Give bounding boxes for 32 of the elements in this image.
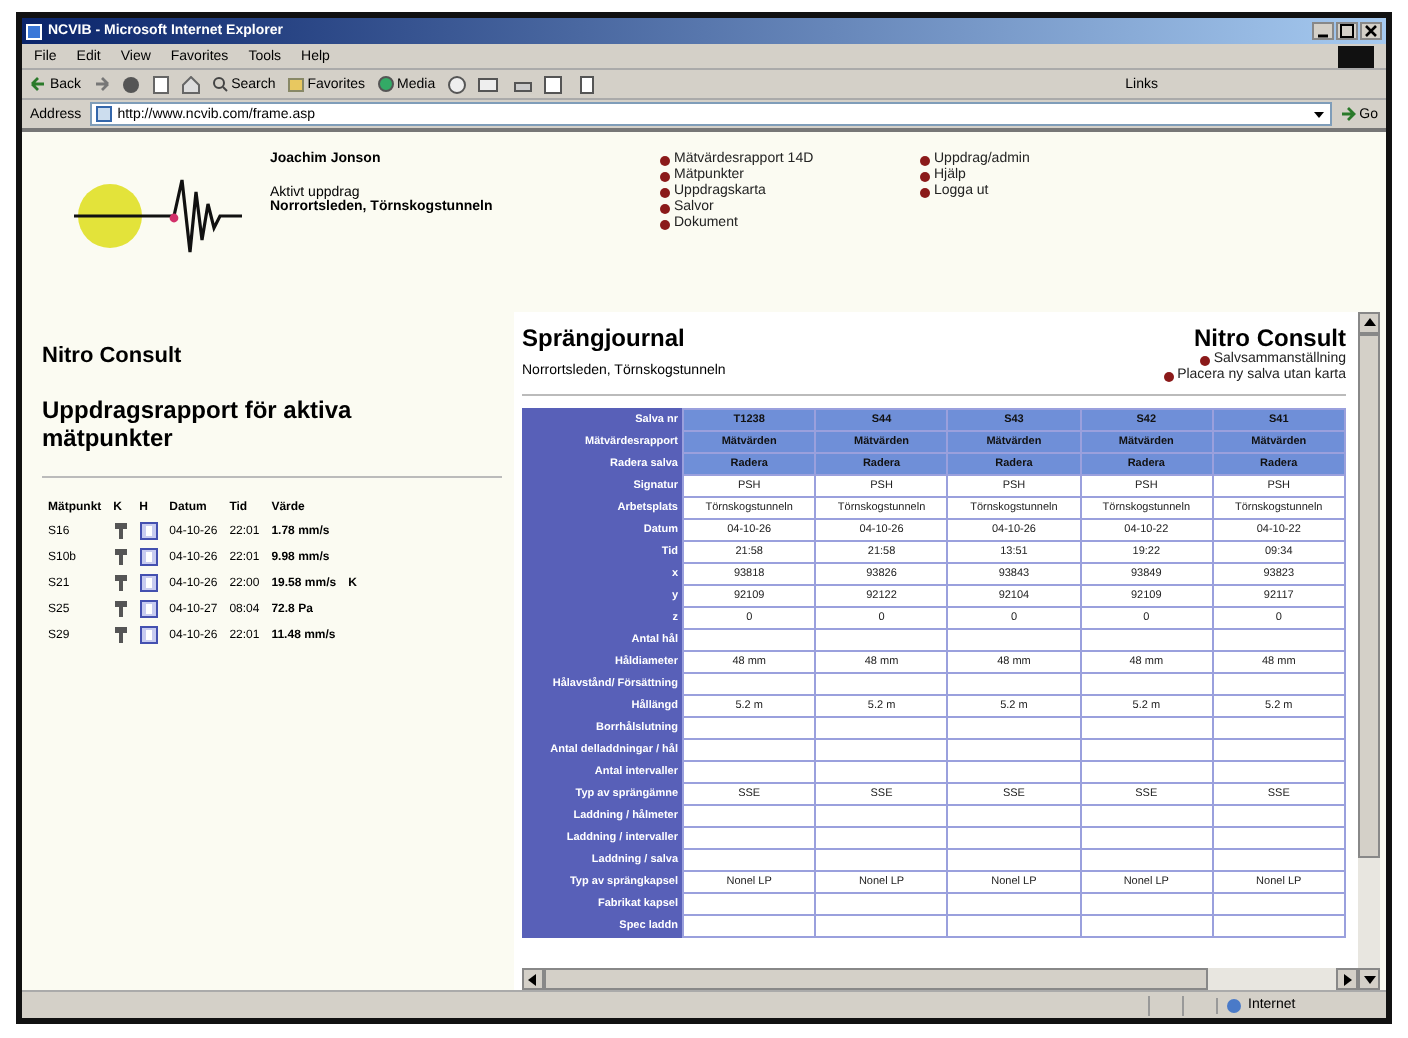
- folder-icon: [287, 76, 304, 92]
- close-icon: [1364, 24, 1378, 38]
- pin-icon[interactable]: [113, 600, 128, 618]
- scroll-up-icon[interactable]: [1363, 318, 1375, 328]
- browser-icon: [26, 23, 42, 39]
- dropdown-icon[interactable]: [1311, 107, 1326, 121]
- vertical-scrollbar[interactable]: [1358, 312, 1380, 990]
- go-arrow-icon: [1339, 106, 1356, 122]
- forward-arrow-icon: [93, 76, 110, 92]
- forward-button[interactable]: [93, 76, 110, 92]
- media-icon: [377, 76, 394, 92]
- report-title: Uppdragsrapport för aktiva mätpunkter: [42, 396, 354, 452]
- search-icon: [211, 76, 228, 92]
- maximize-icon: [1340, 24, 1354, 38]
- pin-icon[interactable]: [113, 574, 128, 592]
- company-name: Nitro Consult: [42, 344, 184, 368]
- scroll-down-icon[interactable]: [1363, 974, 1375, 984]
- maximize-button[interactable]: [1336, 22, 1358, 40]
- home-icon[interactable]: [181, 75, 200, 93]
- minimize-button[interactable]: [1312, 22, 1334, 40]
- scroll-right-icon[interactable]: [1342, 973, 1352, 985]
- company-name: Nitro Consult: [1194, 324, 1346, 352]
- horizontal-scrollbar[interactable]: [522, 968, 1358, 990]
- pin-icon[interactable]: [113, 548, 128, 566]
- globe-icon: [1226, 997, 1242, 1013]
- pin-icon[interactable]: [113, 626, 128, 644]
- page-icon: [95, 106, 112, 122]
- scroll-left-icon[interactable]: [528, 973, 538, 985]
- pin-icon[interactable]: [113, 522, 128, 540]
- close-button[interactable]: [1360, 22, 1382, 40]
- journal-title: Sprängjournal: [522, 324, 687, 352]
- back-arrow-icon: [30, 76, 46, 92]
